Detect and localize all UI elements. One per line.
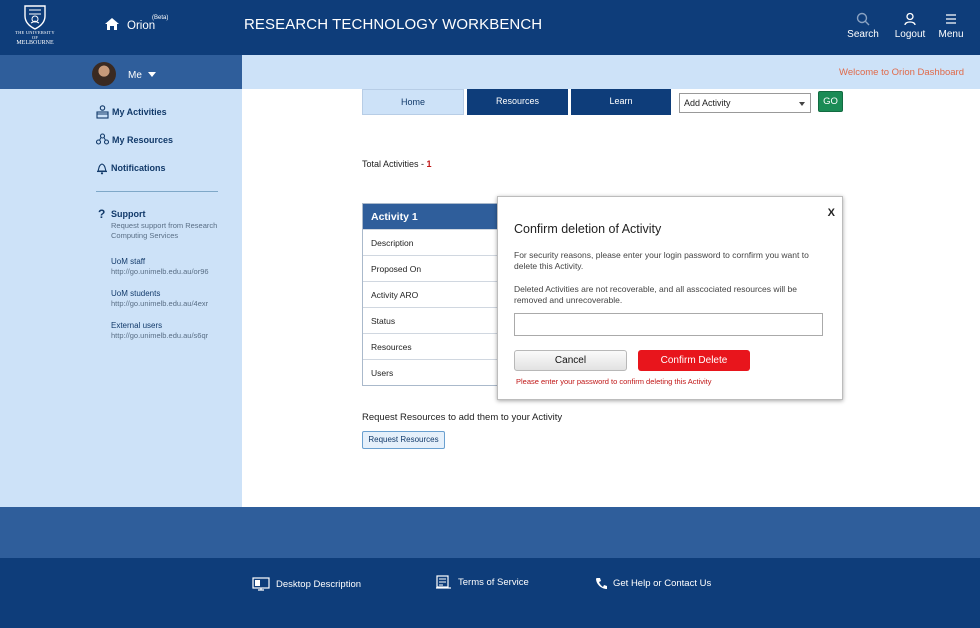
activity-row: Description [363,229,501,255]
sidebar-item-label: My Activities [112,107,167,117]
crest-icon [24,5,46,30]
user-bar: Me [0,55,242,89]
dialog-warning-text: Deleted Activities are not recoverable, … [514,284,798,305]
activity-row: Activity ARO [363,281,501,307]
support-link-students-url[interactable]: http://go.unimelb.edu.au/4exr [111,299,208,308]
activity-card: Activity 1 Description Proposed On Activ… [362,203,502,386]
close-button[interactable]: X [828,207,835,219]
sidebar-item-notifications[interactable]: Notifications [96,161,166,175]
sidebar-item-label: My Resources [112,134,174,145]
welcome-message: Welcome to Orion Dashboard [839,67,964,78]
support-link-staff-title: UoM staff [111,257,146,266]
activities-icon [96,105,109,119]
logo-text-line2: MELBOURNE [16,40,54,46]
error-message: Please enter your password to confirm de… [516,377,712,386]
confirm-delete-button[interactable]: Confirm Delete [638,350,750,371]
add-activity-select[interactable]: Add Activity [679,93,811,113]
terms-icon [436,575,451,589]
bell-icon [97,163,107,175]
add-activity-select-value: Add Activity [684,98,731,108]
support-link-external-title: External users [111,321,163,330]
footer: Desktop Description Terms of Service Get… [0,558,980,628]
tab-learn[interactable]: Learn [571,89,671,115]
activity-row: Users [363,359,501,385]
sidebar-divider [96,191,218,192]
footer-band [0,507,980,558]
tab-resources[interactable]: Resources [467,89,568,115]
request-resources-button[interactable]: Request Resources [362,431,445,449]
activity-card-title[interactable]: Activity 1 [363,204,501,229]
total-activities: Total Activities - 1 [362,159,432,169]
search-button[interactable]: Search [846,12,880,40]
sidebar-item-resources[interactable]: My Resources [96,133,173,146]
activity-row: Proposed On [363,255,501,281]
activity-row: Resources [363,333,501,359]
search-icon [856,12,870,26]
dialog-security-text: For security reasons, please enter your … [514,250,809,271]
user-name[interactable]: Me [128,70,142,81]
sidebar-item-activities[interactable]: My Activities [96,105,167,119]
top-header: THE UNIVERSITY OF MELBOURNE Orion (Beta)… [0,0,980,55]
password-input[interactable] [514,313,823,336]
go-button[interactable]: GO [818,91,843,112]
footer-link-desktop-description[interactable]: Desktop Description [252,577,361,591]
footer-link-label: Get Help or Contact Us [613,578,712,589]
avatar[interactable] [92,62,116,86]
support-description: Request support from Research Computing … [111,221,218,240]
dialog-title: Confirm deletion of Activity [514,222,662,236]
logout-button[interactable]: Logout [892,12,928,40]
chevron-down-icon [799,102,805,106]
page-title: RESEARCH TECHNOLOGY WORKBENCH [244,16,543,33]
support-link-staff-url[interactable]: http://go.unimelb.edu.au/or96 [111,267,209,276]
support-link-students-title: UoM students [111,289,161,298]
support-title[interactable]: Support [111,209,146,219]
menu-label: Menu [938,29,964,40]
sidebar-item-label: Notifications [111,163,166,173]
search-label: Search [847,29,879,40]
footer-link-terms[interactable]: Terms of Service [435,575,529,590]
confirm-delete-dialog: X Confirm deletion of Activity For secur… [497,196,843,400]
logout-label: Logout [894,29,926,40]
activity-row: Status [363,307,501,333]
user-icon [904,12,916,26]
resources-icon [96,133,109,145]
tab-home[interactable]: Home [362,89,464,115]
chevron-down-icon[interactable] [148,72,156,77]
help-icon: ? [98,207,106,221]
menu-icon [946,14,956,24]
request-resources-text: Request Resources to add them to your Ac… [362,412,563,423]
footer-link-help[interactable]: Get Help or Contact Us [595,577,711,590]
footer-link-label: Desktop Description [276,578,362,590]
total-activities-count: 1 [426,159,432,169]
total-activities-label: Total Activities - [362,159,427,169]
home-icon[interactable] [104,17,120,34]
welcome-bar: Welcome to Orion Dashboard [242,55,980,89]
app-name[interactable]: Orion [127,20,155,32]
phone-icon [596,578,607,589]
cancel-button[interactable]: Cancel [514,350,627,371]
sidebar: My Activities My Resources Notifications… [0,89,242,507]
monitor-icon [252,577,270,591]
university-logo[interactable]: THE UNIVERSITY OF MELBOURNE [12,4,58,48]
logo-text-line1: THE UNIVERSITY OF [15,30,55,40]
beta-badge: (Beta) [152,15,169,21]
footer-link-label: Terms of Service [458,577,529,588]
support-link-external-url[interactable]: http://go.unimelb.edu.au/s6qr [111,331,208,340]
menu-button[interactable]: Menu [936,12,966,40]
